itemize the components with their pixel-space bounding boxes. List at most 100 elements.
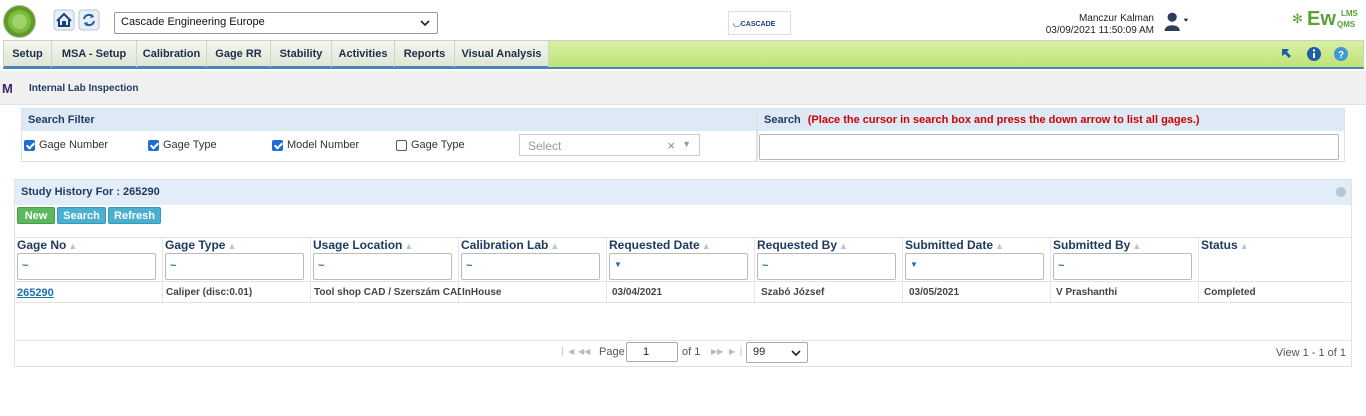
filter-model-number-checkbox[interactable]: Model Number (272, 139, 359, 151)
search-button[interactable]: Search (57, 207, 106, 224)
menu-item-calibration[interactable]: Calibration (137, 41, 207, 67)
filter-gage-type-2-checkbox[interactable]: Gage Type (396, 139, 465, 151)
column-header-calibration-lab[interactable]: Calibration Lab ▲ (461, 238, 559, 252)
new-button[interactable]: New (17, 207, 55, 224)
column-header-submitted-date[interactable]: Submitted Date ▲ (905, 238, 1004, 252)
view-records-text: View 1 - 1 of 1 (1275, 347, 1346, 359)
menu-item-setup[interactable]: Setup (4, 41, 52, 67)
study-history-header: Study History For : 265290 (15, 180, 1351, 205)
column-separator (1050, 238, 1051, 303)
column-header-requested-by[interactable]: Requested By ▲ (757, 238, 848, 252)
table-cell-status: Completed (1204, 287, 1256, 298)
column-header-requested-date[interactable]: Requested Date ▲ (609, 238, 711, 252)
refresh-button[interactable]: Refresh (108, 207, 161, 224)
column-header-usage-location[interactable]: Usage Location ▲ (313, 238, 413, 252)
help-icon[interactable]: ? (1333, 46, 1349, 62)
menu-item-stability[interactable]: Stability (271, 41, 332, 67)
refresh-icon[interactable] (78, 9, 100, 31)
checkbox-checked-icon[interactable] (24, 139, 35, 151)
table-cell-submitted-by: V Prashanthi (1056, 287, 1118, 298)
collapse-icon[interactable] (1336, 187, 1346, 197)
table-cell-usage-location: Tool shop CAD / Szerszám CAD (314, 287, 461, 298)
module-logo-icon: M (2, 81, 13, 96)
filter-gage-no-input[interactable]: ~ (17, 253, 156, 280)
menu-item-visual-analysis[interactable]: Visual Analysis (455, 41, 549, 67)
pin-icon[interactable] (1279, 46, 1295, 62)
column-header-gage-type[interactable]: Gage Type ▲ (165, 238, 236, 252)
page-label: Page (599, 346, 625, 358)
table-cell-submitted-date: 03/05/2021 (909, 287, 960, 298)
sort-icon[interactable]: ▲ (404, 241, 413, 251)
top-bar: Cascade Engineering Europe ◡CASCADE Manc… (0, 0, 1366, 40)
filter-submitted-date-input[interactable]: ▼ (905, 253, 1044, 280)
column-separator (310, 238, 311, 303)
filter-gage-type-input[interactable]: ~ (165, 253, 304, 280)
table-cell-gage-no-link[interactable]: 265290 (17, 287, 157, 299)
breadcrumb: M Internal Lab Inspection (0, 71, 1366, 105)
grid-divider (15, 340, 1351, 341)
menu-item-activities[interactable]: Activities (332, 41, 395, 67)
app-logo-icon[interactable] (3, 5, 36, 38)
search-filter-title: Search Filter (22, 109, 756, 131)
filter-requested-by-input[interactable]: ~ (757, 253, 896, 280)
table-cell-gage-type: Caliper (disc:0.01) (166, 287, 253, 298)
info-icon[interactable] (1306, 46, 1322, 62)
rows-per-page-select[interactable]: 99 (746, 342, 808, 363)
column-separator (162, 238, 163, 303)
checkbox-checked-icon[interactable] (148, 139, 159, 151)
chevron-down-icon (791, 350, 801, 357)
dropdown-arrow-icon[interactable]: ▼ (682, 139, 691, 149)
cascade-logo: ◡CASCADE (728, 11, 791, 35)
sort-icon[interactable]: ▲ (839, 241, 848, 251)
filter-gage-type-checkbox[interactable]: Gage Type (148, 139, 217, 151)
search-hint: (Place the cursor in search box and pres… (807, 114, 1200, 126)
grid-divider (15, 302, 1351, 303)
column-header-submitted-by[interactable]: Submitted By ▲ (1053, 238, 1141, 252)
study-history-title: Study History For : 265290 (21, 186, 160, 198)
next-page-icon[interactable]: ▶▶ (711, 347, 723, 356)
first-page-icon[interactable]: ▏◀ (562, 347, 574, 356)
filter-requested-date-input[interactable]: ▼ (609, 253, 748, 280)
search-input[interactable] (759, 134, 1339, 160)
search-title: Search (764, 114, 801, 126)
company-select[interactable]: Cascade Engineering Europe (114, 12, 438, 34)
page-number-input[interactable]: 1 (626, 342, 678, 362)
column-separator (1198, 238, 1199, 303)
filter-usage-location-input[interactable]: ~ (313, 253, 452, 280)
search-panel-header: Search (Place the cursor in search box a… (758, 109, 1344, 131)
column-header-gage-no[interactable]: Gage No ▲ (17, 238, 77, 252)
gage-type-select[interactable]: Select × ▼ (519, 134, 700, 156)
sort-icon[interactable]: ▲ (550, 241, 559, 251)
checkbox-unchecked-icon[interactable] (396, 139, 407, 151)
filter-calibration-lab-input[interactable]: ~ (461, 253, 600, 280)
sort-icon[interactable]: ▲ (702, 241, 711, 251)
menu-item-gage-rr[interactable]: Gage RR (207, 41, 271, 67)
page-title: Internal Lab Inspection (29, 83, 139, 94)
prev-page-icon[interactable]: ◀◀ (578, 347, 590, 356)
filter-gage-number-checkbox[interactable]: Gage Number (24, 139, 108, 151)
checkbox-checked-icon[interactable] (272, 139, 283, 151)
home-icon[interactable] (53, 9, 75, 31)
sort-icon[interactable]: ▲ (227, 241, 236, 251)
table-cell-requested-by: Szabó József (761, 287, 825, 298)
company-select-value: Cascade Engineering Europe (121, 16, 265, 28)
menu-item-reports[interactable]: Reports (395, 41, 455, 67)
user-name: Manczur Kalman (1078, 13, 1154, 24)
clear-icon[interactable]: × (667, 138, 675, 153)
table-cell-calibration-lab: InHouse (462, 287, 502, 298)
sort-icon[interactable]: ▲ (1240, 241, 1249, 251)
column-separator (902, 238, 903, 303)
user-avatar-icon[interactable] (1163, 8, 1189, 34)
page-count-label: of 1 (682, 346, 701, 358)
sort-icon[interactable]: ▲ (68, 241, 77, 251)
filter-submitted-by-input[interactable]: ~ (1053, 253, 1192, 280)
session-datetime: 03/09/2021 11:50:09 AM (1045, 25, 1154, 36)
grid-divider (15, 281, 1351, 282)
sort-icon[interactable]: ▲ (1132, 241, 1141, 251)
last-page-icon[interactable]: ▶▕ (729, 347, 741, 356)
ewqms-brand-logo: ✻ Ew LMS QMS (1292, 8, 1358, 30)
column-separator (606, 238, 607, 303)
column-header-status[interactable]: Status ▲ (1201, 238, 1249, 252)
sort-icon[interactable]: ▲ (995, 241, 1004, 251)
menu-item-msa-setup[interactable]: MSA - Setup (52, 41, 137, 67)
